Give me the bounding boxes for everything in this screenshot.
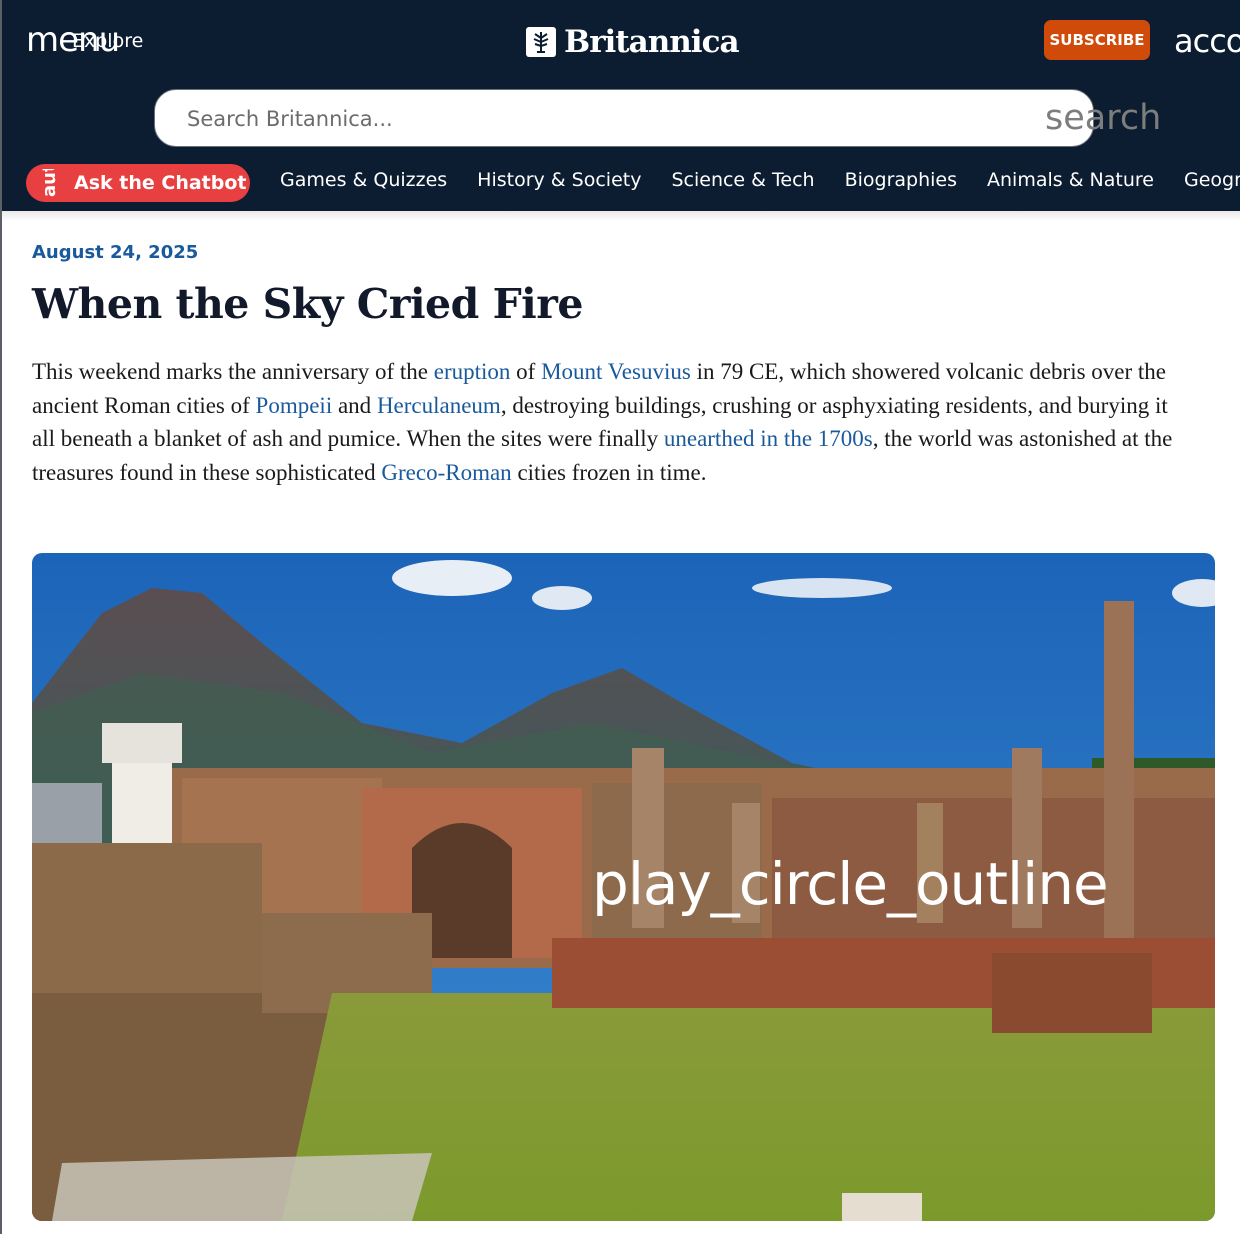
link-herculaneum[interactable]: Herculaneum: [377, 393, 501, 418]
category-nav: Games & Quizzes History & Society Scienc…: [280, 166, 1240, 196]
nav-item-geography-travel[interactable]: Geography & Travel: [1184, 166, 1240, 196]
search-input[interactable]: [185, 103, 1009, 135]
body-text-2: of: [510, 359, 542, 384]
article-date: August 24, 2025: [32, 242, 199, 263]
link-greco-roman[interactable]: Greco-Roman: [381, 460, 511, 485]
play-circle-outline-icon[interactable]: play_circle_outline: [592, 849, 1109, 919]
ask-chatbot-button[interactable]: auto_awesome Ask the Chatbot: [26, 164, 250, 202]
thistle-icon: [526, 27, 556, 57]
chatbot-label: Ask the Chatbot: [74, 172, 247, 194]
britannica-logo[interactable]: Britannica: [526, 22, 740, 62]
search-icon[interactable]: search: [1045, 98, 1161, 138]
link-unearthed-1700s[interactable]: unearthed in the 1700s: [664, 426, 873, 451]
header-shadow: [2, 211, 1240, 221]
link-mount-vesuvius[interactable]: Mount Vesuvius: [541, 359, 691, 384]
menu-label: Explore: [72, 30, 144, 52]
nav-item-games-quizzes[interactable]: Games & Quizzes: [280, 166, 447, 196]
nav-item-history-society[interactable]: History & Society: [477, 166, 641, 196]
account-circle-icon: account_circle: [1174, 22, 1240, 60]
nav-item-science-tech[interactable]: Science & Tech: [671, 166, 814, 196]
body-text-1: This weekend marks the anniversary of th…: [32, 359, 434, 384]
body-text-7: cities frozen in time.: [511, 460, 707, 486]
subscribe-button[interactable]: SUBSCRIBE: [1044, 20, 1150, 60]
site-header: menu Explore Britannica SUBSCRIBE accoun…: [2, 0, 1240, 211]
link-pompeii[interactable]: Pompeii: [256, 393, 333, 418]
article-body: This weekend marks the anniversary of th…: [32, 355, 1192, 490]
nav-item-biographies[interactable]: Biographies: [845, 166, 957, 196]
logo-text: Britannica: [564, 24, 740, 60]
video-thumbnail[interactable]: play_circle_outline: [32, 553, 1215, 1221]
menu-button[interactable]: menu Explore: [26, 18, 156, 66]
sparkle-icon: auto_awesome: [36, 169, 64, 197]
link-eruption[interactable]: eruption: [434, 359, 511, 384]
account-button[interactable]: account_circle: [1174, 18, 1240, 62]
body-text-4: and: [332, 392, 377, 418]
search-bar: search: [154, 89, 1161, 147]
nav-item-animals-nature[interactable]: Animals & Nature: [987, 166, 1154, 196]
article-title: When the Sky Cried Fire: [32, 280, 583, 328]
